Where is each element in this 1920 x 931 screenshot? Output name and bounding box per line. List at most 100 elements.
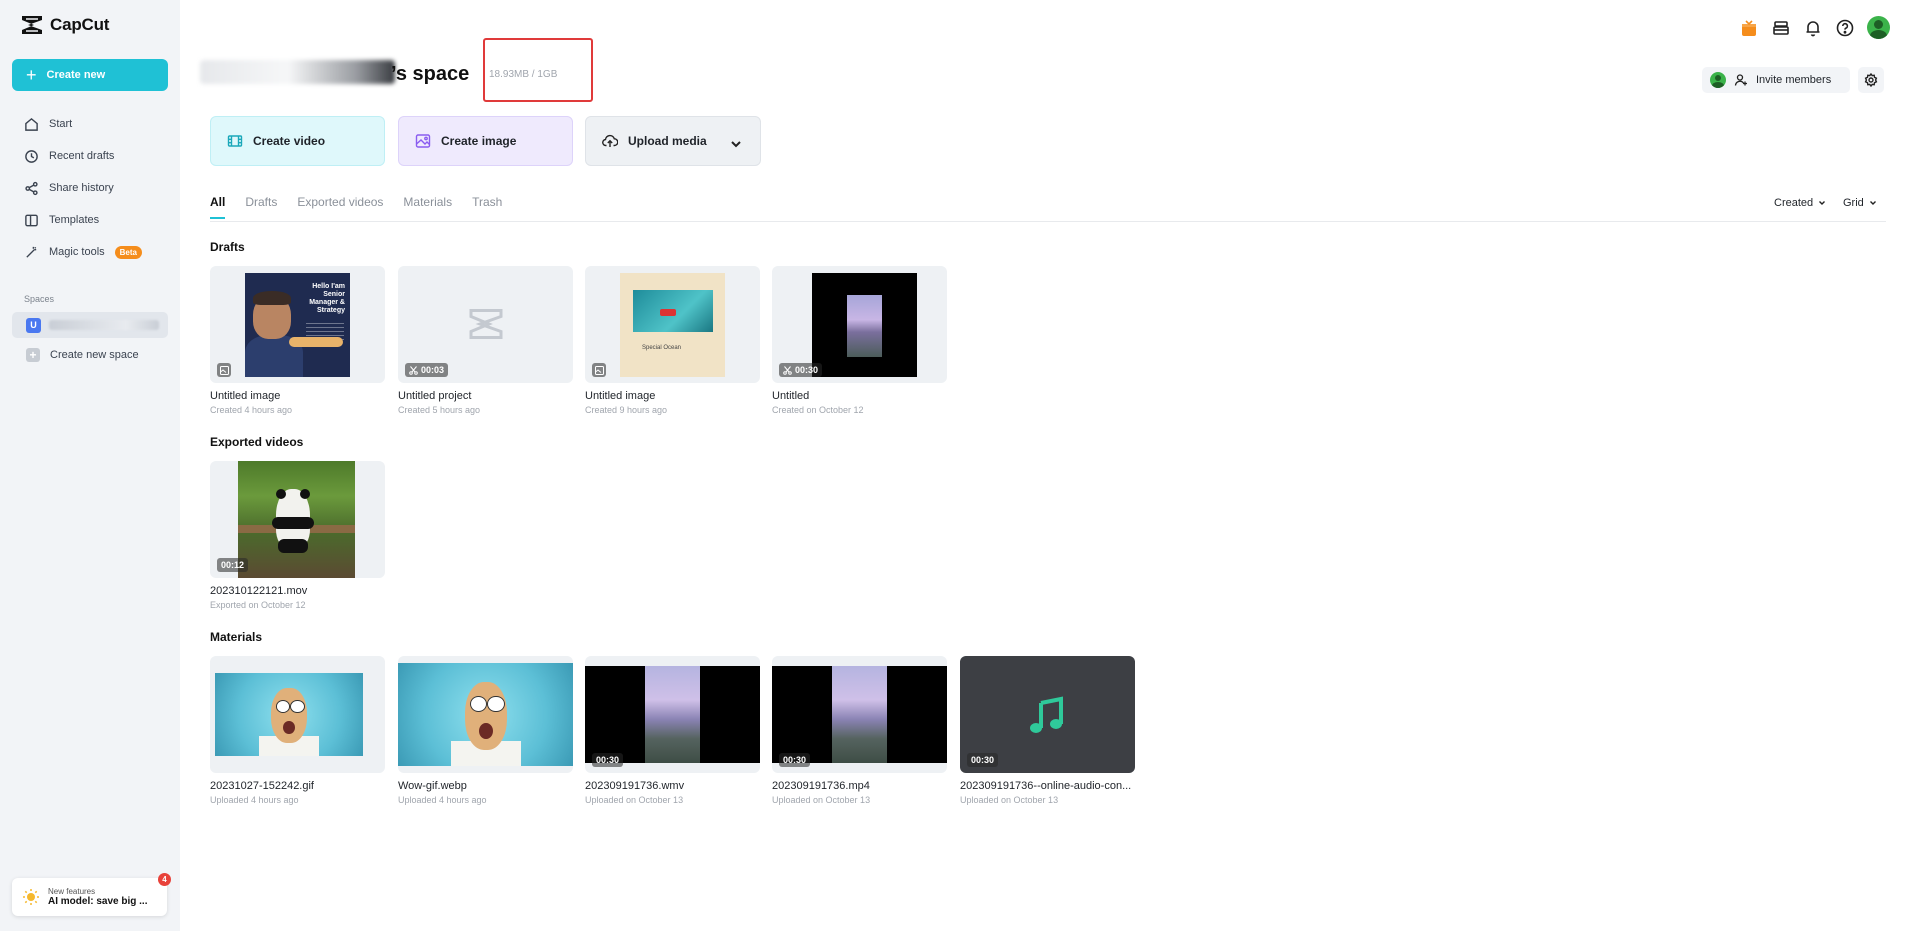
- material-card[interactable]: 20231027-152242.gif Uploaded 4 hours ago: [210, 656, 385, 805]
- video-preview: [585, 666, 760, 763]
- invite-members-button[interactable]: Invite members: [1702, 67, 1850, 93]
- new-features-card[interactable]: New features AI model: save big ... 4: [12, 873, 171, 916]
- material-card[interactable]: 00:30 202309191736.wmv Uploaded on Octob…: [585, 656, 760, 805]
- sidebar: CapCut + Create new Start Recent drafts …: [0, 0, 180, 931]
- mountain-frame: [832, 666, 887, 763]
- draft-thumbnail: Special Ocean: [585, 266, 760, 383]
- create-new-space-button[interactable]: + Create new space: [26, 348, 139, 362]
- boat-shape: [660, 309, 676, 316]
- scissors-icon: [409, 365, 418, 375]
- poster-cta: [289, 337, 343, 347]
- capcut-logo[interactable]: CapCut: [20, 14, 109, 36]
- material-card[interactable]: 00:30 202309191736.mp4 Uploaded on Octob…: [772, 656, 947, 805]
- material-thumbnail: 00:30: [772, 656, 947, 773]
- sidebar-item-share-history[interactable]: Share history: [12, 172, 168, 204]
- tabs-divider: [210, 221, 1886, 222]
- member-avatar: [1710, 72, 1726, 88]
- exported-video-card[interactable]: 00:12 202310122121.mov Exported on Octob…: [210, 461, 385, 610]
- draft-thumbnail: 00:30: [772, 266, 947, 383]
- space-name-redacted: [49, 320, 159, 330]
- poster-person-hair: [253, 291, 291, 305]
- chevron-down-icon: [1869, 201, 1876, 205]
- ocean-poster-preview: Special Ocean: [620, 273, 725, 377]
- card-title: Untitled image: [585, 390, 656, 402]
- video-preview: [772, 666, 947, 763]
- sort-dropdown[interactable]: Created: [1774, 197, 1827, 209]
- inbox-stack-icon[interactable]: [1771, 18, 1791, 38]
- panda-arms: [272, 517, 314, 529]
- tab-all[interactable]: All: [210, 195, 226, 219]
- duration-badge: 00:30: [967, 753, 999, 767]
- tab-exported-videos[interactable]: Exported videos: [297, 195, 383, 219]
- material-card[interactable]: 00:30 202309191736--online-audio-con... …: [960, 656, 1135, 805]
- film-icon: [227, 135, 243, 147]
- material-thumbnail: [398, 656, 573, 773]
- draft-card[interactable]: 00:03 Untitled project Created 5 hours a…: [398, 266, 573, 415]
- card-title: 202310122121.mov: [210, 585, 308, 597]
- sidebar-item-label: Share history: [49, 182, 114, 194]
- space-avatar: U: [26, 317, 41, 333]
- create-video-label: Create video: [253, 134, 326, 148]
- character-eye: [275, 699, 291, 713]
- upload-media-label: Upload media: [628, 134, 707, 148]
- sidebar-item-templates[interactable]: Templates: [12, 204, 168, 236]
- new-features-title: New features: [48, 887, 96, 896]
- card-meta: Uploaded on October 13: [960, 795, 1059, 805]
- create-image-button[interactable]: Create image: [398, 116, 573, 166]
- panda-ear: [276, 489, 286, 499]
- duration-text: 00:03: [421, 365, 445, 375]
- panda-legs: [278, 539, 308, 553]
- webp-preview: [398, 663, 573, 766]
- capcut-placeholder-icon: [469, 309, 503, 339]
- character-eye: [487, 695, 505, 713]
- help-icon[interactable]: [1835, 18, 1855, 38]
- user-avatar[interactable]: [1867, 16, 1890, 39]
- card-meta: Uploaded on October 13: [772, 795, 871, 805]
- view-dropdown[interactable]: Grid: [1843, 197, 1878, 209]
- plus-icon: +: [26, 348, 40, 362]
- section-title-exported-videos: Exported videos: [210, 435, 304, 449]
- gear-icon: [1864, 73, 1878, 87]
- card-title: 202309191736--online-audio-con...: [960, 780, 1132, 792]
- section-title-materials: Materials: [210, 630, 263, 644]
- create-new-button[interactable]: + Create new: [12, 59, 168, 91]
- upload-media-button[interactable]: Upload media: [585, 116, 761, 166]
- sidebar-space-item[interactable]: U: [12, 312, 168, 338]
- sidebar-item-magic-tools[interactable]: Magic tools Beta: [12, 236, 168, 268]
- tab-materials[interactable]: Materials: [403, 195, 452, 219]
- tab-drafts[interactable]: Drafts: [245, 195, 277, 219]
- sidebar-item-recent-drafts[interactable]: Recent drafts: [12, 140, 168, 172]
- card-title: Untitled project: [398, 390, 472, 402]
- duration-badge: 00:12: [217, 558, 249, 572]
- chevron-down-icon[interactable]: [728, 136, 744, 152]
- tab-trash[interactable]: Trash: [472, 195, 502, 219]
- sidebar-item-start[interactable]: Start: [12, 108, 168, 140]
- bell-icon[interactable]: [1803, 18, 1823, 38]
- duration-text: 00:30: [971, 755, 995, 765]
- card-title: 20231027-152242.gif: [210, 780, 314, 792]
- space-settings-button[interactable]: [1858, 67, 1884, 93]
- section-title-drafts: Drafts: [210, 240, 245, 254]
- character-face: [271, 687, 307, 743]
- sidebar-item-label: Start: [49, 118, 73, 130]
- poster-preview: Hello I'am Senior Manager & Strategy: [245, 273, 350, 377]
- draft-card[interactable]: 00:30 Untitled Created on October 12: [772, 266, 947, 415]
- poster-headline: Hello I'am Senior Manager & Strategy: [309, 283, 345, 315]
- invite-members-label: Invite members: [1756, 74, 1832, 86]
- character-eye: [290, 699, 306, 713]
- image-type-icon: [592, 363, 606, 377]
- material-thumbnail: 00:30: [585, 656, 760, 773]
- top-toolbar: [1739, 16, 1890, 39]
- create-video-button[interactable]: Create video: [210, 116, 385, 166]
- notification-count-badge: 4: [158, 873, 171, 886]
- draft-thumbnail: Hello I'am Senior Manager & Strategy: [210, 266, 385, 383]
- draft-card[interactable]: Special Ocean Untitled image Created 9 h…: [585, 266, 760, 415]
- image-type-icon: [217, 363, 231, 377]
- gift-icon[interactable]: [1739, 18, 1759, 38]
- page-title: ’s space: [391, 63, 470, 85]
- material-card[interactable]: Wow-gif.webp Uploaded 4 hours ago: [398, 656, 573, 805]
- draft-card[interactable]: Hello I'am Senior Manager & Strategy Unt…: [210, 266, 385, 415]
- duration-badge: 00:03: [405, 363, 449, 377]
- duration-text: 00:30: [783, 755, 807, 765]
- create-image-label: Create image: [441, 134, 517, 148]
